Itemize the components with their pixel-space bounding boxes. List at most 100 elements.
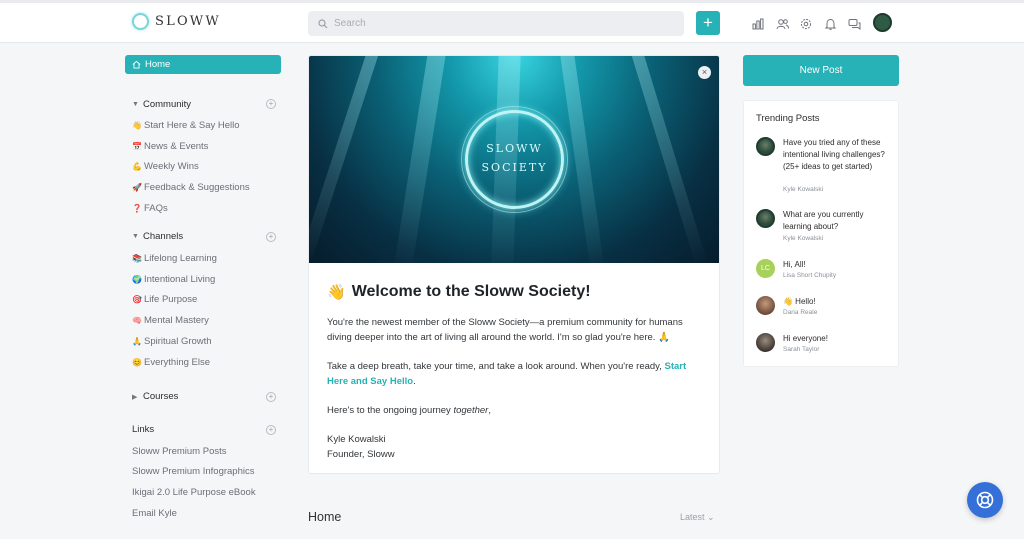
caret-down-icon: ▼ [132, 100, 139, 108]
sidebar-item-label: Weekly Wins [144, 161, 199, 173]
section-links[interactable]: Links + [125, 423, 285, 437]
create-button[interactable]: + [696, 11, 720, 35]
sidebar-item-label: Intentional Living [144, 273, 216, 285]
search-input[interactable] [334, 18, 664, 29]
sidebar-item-faqs[interactable]: ❓ FAQs [125, 198, 285, 219]
trending-post-title[interactable]: 👋 Hello! [783, 296, 891, 308]
paragraph-text: . [413, 376, 416, 387]
new-post-button[interactable]: New Post [743, 55, 899, 86]
signature-title: Founder, Sloww [327, 449, 395, 460]
sidebar-item-news-events[interactable]: 📅 News & Events [125, 136, 285, 157]
add-circle-icon[interactable]: + [266, 391, 276, 402]
sidebar-item-lifelong-learning[interactable]: 📚 Lifelong Learning [125, 248, 285, 269]
sidebar-item-life-purpose[interactable]: 🎯 Life Purpose [125, 290, 285, 311]
paragraph-emphasis: together [453, 405, 489, 416]
light-ray [629, 56, 708, 263]
section-channels[interactable]: ▼ Channels + [125, 230, 285, 244]
user-avatar[interactable] [873, 13, 892, 32]
chart-icon[interactable] [750, 16, 766, 32]
sidebar-item-label: Start Here & Say Hello [144, 119, 240, 131]
avatar[interactable]: LC [756, 259, 775, 278]
trending-post-title[interactable]: Have you tried any of these intentional … [783, 137, 891, 172]
links-list: Sloww Premium Posts Sloww Premium Infogr… [125, 441, 285, 524]
sort-label: Latest [680, 512, 705, 522]
home-icon [132, 60, 141, 69]
lifebuoy-icon [976, 491, 994, 509]
brand-name: SLOWW [155, 14, 221, 29]
wave-icon: 👋 [132, 120, 142, 130]
avatar[interactable] [756, 137, 775, 156]
bell-icon[interactable] [822, 16, 838, 32]
search-icon [318, 18, 328, 28]
section-title: Links [132, 424, 155, 436]
sidebar-item-start-here[interactable]: 👋 Start Here & Say Hello [125, 115, 285, 136]
logo-ring-icon [132, 13, 149, 30]
chat-icon[interactable] [846, 16, 862, 32]
signature-name: Kyle Kowalski [327, 434, 386, 445]
top-icon-bar [750, 16, 870, 32]
sidebar-item-label: Lifelong Learning [144, 252, 217, 264]
welcome-body: 👋 Welcome to the Sloww Society! You're t… [309, 263, 719, 462]
avatar[interactable] [756, 209, 775, 228]
welcome-signature: Kyle Kowalski Founder, Sloww [327, 432, 701, 462]
sidebar-item-label: Mental Mastery [144, 315, 209, 327]
section-title: Community [143, 98, 192, 110]
sidebar-item-mental-mastery[interactable]: 🧠 Mental Mastery [125, 310, 285, 331]
sidebar-item-label: Spiritual Growth [144, 336, 212, 348]
add-circle-icon[interactable]: + [266, 231, 276, 242]
trending-post-author: Sarah Taylor [783, 346, 820, 353]
welcome-paragraph-1: You're the newest member of the Sloww So… [327, 317, 683, 343]
section-courses[interactable]: ▶ Courses + [125, 390, 285, 404]
link-premium-posts[interactable]: Sloww Premium Posts [125, 441, 285, 462]
feed-sort-dropdown[interactable]: Latest ⌄ [680, 512, 715, 523]
chevron-down-icon: ⌄ [707, 512, 715, 522]
settings-icon[interactable] [798, 16, 814, 32]
smile-icon: 😊 [132, 357, 142, 367]
section-community[interactable]: ▼ Community + [125, 97, 285, 111]
muscle-icon: 💪 [132, 162, 142, 172]
sidebar-item-weekly-wins[interactable]: 💪 Weekly Wins [125, 157, 285, 178]
sidebar-item-spiritual-growth[interactable]: 🙏 Spiritual Growth [125, 331, 285, 352]
trending-post-author: Kyle Kowalski [783, 186, 824, 193]
books-icon: 📚 [132, 253, 142, 263]
sidebar-item-feedback[interactable]: 🚀 Feedback & Suggestions [125, 177, 285, 198]
people-icon[interactable] [774, 16, 790, 32]
sidebar-item-intentional-living[interactable]: 🌍 Intentional Living [125, 269, 285, 290]
sidebar-item-label: Feedback & Suggestions [144, 182, 250, 194]
wave-icon: 👋 [327, 284, 346, 301]
sidebar-item-home[interactable]: Home [125, 55, 281, 74]
avatar[interactable] [756, 296, 775, 315]
close-button[interactable]: × [698, 66, 711, 79]
brand-logo[interactable]: SLOWW [132, 13, 221, 30]
brain-icon: 🧠 [132, 316, 142, 326]
trending-post-author: Dana Reale [783, 309, 818, 316]
section-title: Channels [143, 231, 184, 243]
trending-posts-panel: Trending Posts Have you tried any of the… [743, 100, 899, 367]
top-bar: SLOWW + [0, 0, 1024, 43]
link-premium-infographics[interactable]: Sloww Premium Infographics [125, 462, 285, 483]
trending-post-title[interactable]: Hi everyone! [783, 333, 891, 345]
feed-title: Home [308, 510, 342, 524]
welcome-title-text: Welcome to the Sloww Society! [351, 283, 591, 300]
light-ray [393, 56, 447, 263]
avatar[interactable] [756, 333, 775, 352]
link-ikigai-ebook[interactable]: Ikigai 2.0 Life Purpose eBook [125, 482, 285, 503]
sidebar-item-label: Home [145, 59, 171, 70]
trending-post-title[interactable]: Hi, All! [783, 259, 891, 271]
welcome-paragraph-3: Here's to the ongoing journey together, [327, 403, 701, 418]
calendar-icon: 📅 [132, 141, 142, 151]
sidebar-item-label: Everything Else [144, 356, 211, 368]
sidebar-item-everything-else[interactable]: 😊 Everything Else [125, 352, 285, 373]
rocket-icon: 🚀 [132, 183, 142, 193]
caret-right-icon: ▶ [132, 393, 138, 401]
paragraph-text: Take a deep breath, take your time, and … [327, 361, 665, 372]
search-bar[interactable] [308, 11, 684, 36]
add-circle-icon[interactable]: + [266, 424, 276, 435]
link-email-kyle[interactable]: Email Kyle [125, 503, 285, 524]
hero-text-line2: SOCIETY [481, 161, 548, 174]
trending-post-title[interactable]: What are you currently learning about? [783, 209, 891, 233]
add-circle-icon[interactable]: + [266, 99, 276, 109]
sidebar-item-label: News & Events [144, 140, 209, 152]
trending-title: Trending Posts [756, 113, 820, 124]
help-button[interactable] [967, 482, 1003, 518]
